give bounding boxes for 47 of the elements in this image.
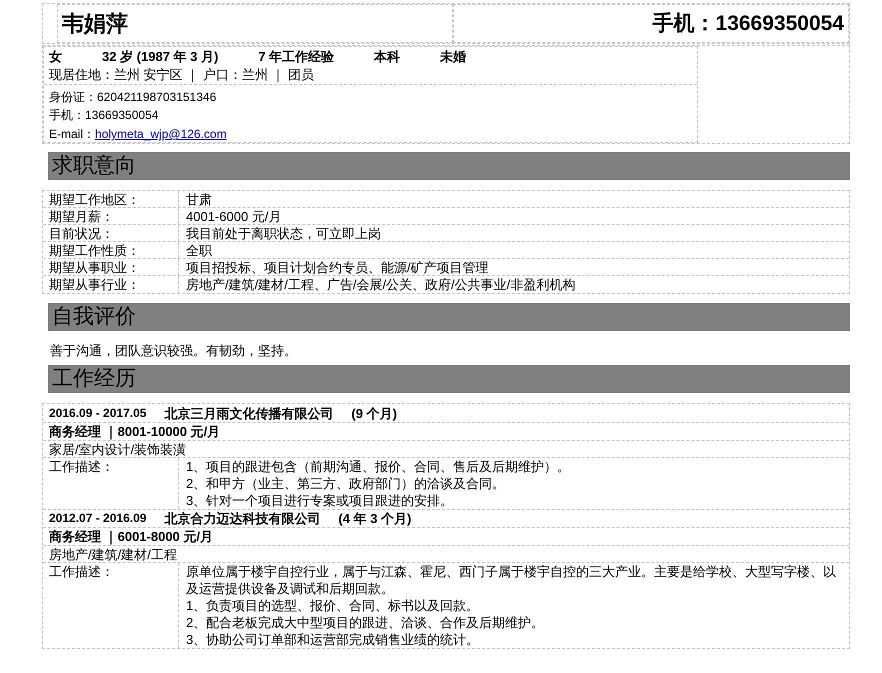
description-line: 1、负责项目的选型、报价、合同、标书以及回款。 [186, 597, 480, 614]
description-line: 3、协助公司订单部和运营部完成销售业绩的统计。 [186, 631, 480, 648]
field-value: 项目招投标、项目计划合约专员、能源/矿产项目管理 [185, 259, 490, 275]
description-line: 2、配合老板完成大中型项目的跟进、洽谈、合作及后期维护。 [186, 614, 546, 631]
description-line: 2、和甲方（业主、第三方、政府部门）的洽谈及合同。 [186, 475, 506, 492]
profile-summary-item: 未婚 [440, 48, 466, 66]
description-line: 3、针对一个项目进行专案或项目跟进的安排。 [186, 492, 454, 509]
job-period: 2016.09 - 2017.05 [49, 404, 146, 422]
section-header: 求职意向 [48, 152, 850, 180]
field-label: 期望工作性质： [43, 242, 179, 258]
field-value: 甘肃 [185, 191, 213, 207]
job-duration: (4 年 3 个月) [338, 510, 412, 527]
section-header: 自我评价 [48, 303, 850, 331]
field-label: 目前状况： [43, 225, 179, 241]
field-label: 期望月薪： [43, 208, 179, 224]
field-value: 房地产/建筑/建材/工程、广告/会展/公关、政府/公共事业/非盈利机构 [185, 276, 576, 293]
job-period: 2012.07 - 2016.09 [49, 510, 146, 527]
email-label: E-mail： [49, 126, 96, 143]
field-label: 期望从事职业： [43, 259, 179, 275]
profile-summary-item: 7 年工作经验 [258, 48, 334, 66]
section-header: 工作经历 [48, 365, 850, 393]
mobile-text: 手机：13669350054 [49, 107, 160, 124]
job-industry: 房地产/建筑/建材/工程 [49, 547, 177, 562]
description-label: 工作描述： [43, 458, 179, 509]
job-position-salary: 商务经理 ｜8001-10000 元/月 [49, 424, 220, 439]
company-name: 北京合力迈达科技有限公司 [164, 510, 320, 527]
field-value: 全职 [185, 242, 213, 258]
id-number-text: 身份证：620421198703151346 [49, 89, 218, 106]
self-evaluation-text: 善于沟通，团队意识较强。有韧劲，坚持。 [50, 342, 298, 360]
profile-summary-item: 本科 [374, 48, 400, 66]
company-name: 北京三月雨文化传播有限公司 [164, 404, 334, 422]
description-line: 原单位属于楼宇自控行业，属于与江森、霍尼、西门子属于楼宇自控的三大产业。主要是给学校、大型写字楼、以及运营提供设备及调试和后期回款。 [186, 563, 837, 597]
field-label: 期望工作地区： [43, 191, 179, 207]
residence-text: 现居住地：兰州 安宁区 ｜ 户口：兰州 ｜ 团员 [49, 66, 316, 84]
email-link[interactable]: holymeta_wjp@126.com [95, 125, 227, 143]
description-line: 1、项目的跟进包含（前期沟通、报价、合同、售后及后期维护）。 [186, 458, 572, 475]
field-value: 我目前处于离职状态，可立即上岗 [185, 225, 382, 241]
field-value: 4001-6000 元/月 [185, 208, 282, 224]
candidate-name: 韦娟萍 [62, 10, 128, 38]
job-duration: (9 个月) [351, 404, 397, 422]
profile-summary-item: 女 [49, 48, 62, 66]
job-position-salary: 商务经理 ｜6001-8000 元/月 [49, 529, 214, 544]
description-label: 工作描述： [43, 563, 179, 648]
profile-summary-item: 32 岁 (1987 年 3 月) [102, 48, 218, 66]
job-industry: 家居/室内设计/装饰装潢 [49, 442, 186, 457]
field-label: 期望从事行业： [43, 276, 179, 293]
phone-heading: 手机：13669350054 [652, 10, 844, 37]
